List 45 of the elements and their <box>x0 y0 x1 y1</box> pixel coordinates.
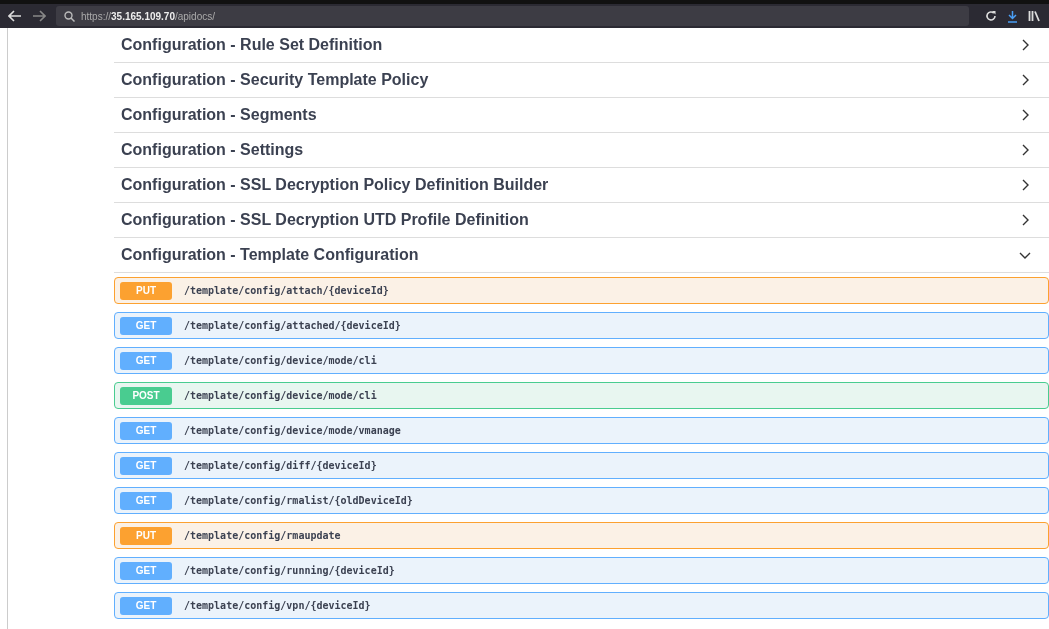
back-icon[interactable] <box>8 10 22 22</box>
method-badge: POST <box>120 386 172 405</box>
endpoint-row[interactable]: GET /template/config/device/mode/cli <box>114 347 1049 374</box>
endpoint-row[interactable]: GET /template/config/running/{deviceId} <box>114 557 1049 584</box>
endpoint-path: /template/config/device/mode/cli <box>184 355 377 366</box>
endpoint-row[interactable]: GET /template/config/vpn/{deviceId} <box>114 592 1049 619</box>
address-bar[interactable]: https://35.165.109.70/apidocs/ <box>56 6 969 26</box>
forward-icon[interactable] <box>32 10 46 22</box>
endpoint-path: /template/config/device/mode/vmanage <box>184 425 401 436</box>
endpoint-path: /template/config/attach/{deviceId} <box>184 285 389 296</box>
endpoint-row[interactable]: GET /template/config/diff/{deviceId} <box>114 452 1049 479</box>
method-badge: GET <box>120 421 172 440</box>
reload-icon[interactable] <box>985 10 997 22</box>
endpoint-row[interactable]: POST /template/config/device/mode/cli <box>114 382 1049 409</box>
section-header[interactable]: Configuration - Security Template Policy <box>114 63 1049 98</box>
library-icon[interactable] <box>1028 10 1041 22</box>
method-badge: GET <box>120 316 172 335</box>
method-badge: PUT <box>120 281 172 300</box>
url-text: https://35.165.109.70/apidocs/ <box>81 10 215 22</box>
endpoint-row[interactable]: GET /template/config/rmalist/{oldDeviceId} <box>114 487 1049 514</box>
endpoint-path: /template/config/device/mode/cli <box>184 390 377 401</box>
method-badge: GET <box>120 561 172 580</box>
endpoint-row[interactable]: PUT /template/config/rmaupdate <box>114 522 1049 549</box>
method-badge: GET <box>120 351 172 370</box>
endpoint-row[interactable]: GET /template/config/attached/{deviceId} <box>114 312 1049 339</box>
method-badge: PUT <box>120 526 172 545</box>
endpoint-path: /template/config/rmaupdate <box>184 530 341 541</box>
section-header[interactable]: Configuration - SSL Decryption Policy Definition Builder <box>114 168 1049 203</box>
method-badge: GET <box>120 456 172 475</box>
download-icon[interactable] <box>1007 9 1018 23</box>
search-icon <box>64 10 75 22</box>
endpoint-path: /template/config/vpn/{deviceId} <box>184 600 371 611</box>
endpoint-path: /template/config/attached/{deviceId} <box>184 320 401 331</box>
section-header[interactable]: Configuration - Segments <box>114 98 1049 133</box>
endpoint-row[interactable]: GET /template/config/device/mode/vmanage <box>114 417 1049 444</box>
endpoint-path: /template/config/diff/{deviceId} <box>184 460 377 471</box>
section-header[interactable]: Configuration - SSL Decryption UTD Profile Definition <box>114 203 1049 238</box>
endpoint-row[interactable]: PUT /template/config/attach/{deviceId} <box>114 277 1049 304</box>
method-badge: GET <box>120 596 172 615</box>
section-header[interactable]: Configuration - Settings <box>114 133 1049 168</box>
endpoint-path: /template/config/running/{deviceId} <box>184 565 395 576</box>
section-header[interactable]: Configuration - Rule Set Definition <box>114 28 1049 63</box>
section-header[interactable]: Configuration - Template Configuration <box>114 238 1049 273</box>
method-badge: GET <box>120 491 172 510</box>
endpoint-path: /template/config/rmalist/{oldDeviceId} <box>184 495 413 506</box>
